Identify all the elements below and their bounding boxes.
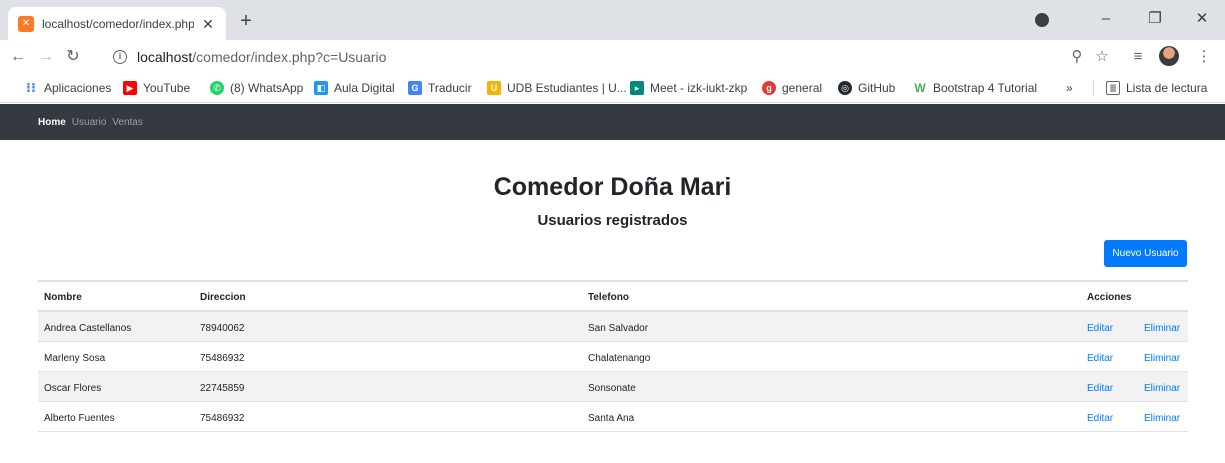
header-nombre: Nombre (44, 292, 82, 303)
delete-link[interactable]: Eliminar (1144, 383, 1180, 394)
table-header: Nombre Direccion Telefono Acciones (38, 282, 1188, 312)
bookmark-traducir[interactable]: G Traducir (408, 79, 472, 97)
new-tab-icon[interactable]: + (236, 11, 256, 32)
page-title: Comedor Doña Mari (493, 173, 732, 201)
back-icon[interactable]: ← (8, 47, 28, 67)
reading-list-button[interactable]: ≣ Lista de lectura (1106, 79, 1207, 97)
site-info-icon[interactable]: i (113, 50, 127, 64)
address-bar[interactable]: i localhost/comedor/index.php?c=Usuario (103, 44, 1103, 70)
bookmark-label: YouTube (143, 81, 191, 95)
apps-grid-icon: ⁝⁝ (26, 80, 36, 95)
browser-tabstrip: ✕ localhost/comedor/index.php?c= ✕ + – ❐… (0, 0, 1225, 40)
menu-kebab-icon[interactable]: ⋮ (1194, 48, 1214, 66)
bookmark-label: Aula Digital (334, 81, 395, 95)
bookmark-whatsapp[interactable]: ✆ (8) WhatsApp (210, 79, 303, 97)
tab-close-icon[interactable]: ✕ (200, 16, 216, 32)
bookmark-label: general (782, 81, 823, 95)
bookmark-star-icon[interactable]: ☆ (1092, 48, 1112, 66)
w3schools-icon: W (914, 81, 926, 95)
edit-link[interactable]: Editar (1087, 353, 1113, 364)
site-navbar: Home Usuario Ventas (0, 104, 1225, 140)
bookmark-meet[interactable]: ▸ Meet - izk-iukt-zkp (630, 79, 747, 97)
bookmark-general[interactable]: g general (762, 79, 822, 97)
reading-list-label: Lista de lectura (1126, 81, 1208, 95)
whatsapp-icon: ✆ (210, 81, 224, 95)
table-row: Oscar Flores 22745859 Sonsonate Editar E… (38, 372, 1188, 402)
table-row: Marleny Sosa 75486932 Chalatenango Edita… (38, 342, 1188, 372)
nav-ventas[interactable]: Ventas (112, 117, 143, 128)
cell-direccion: 75486932 (200, 353, 245, 364)
cell-telefono: San Salvador (588, 323, 649, 334)
browser-toolbar: ← → ↻ i localhost/comedor/index.php?c=Us… (0, 40, 1225, 73)
bookmark-label: GitHub (858, 81, 896, 95)
bookmark-udb[interactable]: U UDB Estudiantes | U... (487, 79, 627, 97)
github-icon: ◎ (838, 81, 852, 95)
media-queue-icon[interactable]: ≡ (1128, 48, 1148, 66)
header-direccion: Direccion (200, 292, 246, 303)
reload-icon[interactable]: ↻ (63, 47, 83, 67)
bookmark-aula-digital[interactable]: ◧ Aula Digital (314, 79, 395, 97)
bookmark-bootstrap[interactable]: W Bootstrap 4 Tutorial (913, 79, 1037, 97)
more-bookmarks-label: » (1066, 81, 1073, 95)
bookmark-aplicaciones[interactable]: ⁝⁝ Aplicaciones (24, 79, 111, 97)
cell-nombre: Alberto Fuentes (44, 413, 115, 424)
close-window-icon[interactable]: ✕ (1188, 8, 1216, 30)
bookmark-youtube[interactable]: ▶ YouTube (123, 79, 190, 97)
meet-icon: ▸ (630, 81, 644, 95)
page-subtitle: Usuarios registrados (537, 212, 688, 229)
bookmark-label: Bootstrap 4 Tutorial (933, 81, 1038, 95)
header-acciones: Acciones (1087, 292, 1132, 303)
youtube-icon: ▶ (123, 81, 137, 95)
bookmark-label: (8) WhatsApp (230, 81, 304, 95)
cell-nombre: Andrea Castellanos (44, 323, 132, 334)
delete-link[interactable]: Eliminar (1144, 323, 1180, 334)
cell-telefono: Chalatenango (588, 353, 651, 364)
cell-direccion: 78940062 (200, 323, 245, 334)
table-row: Alberto Fuentes 75486932 Santa Ana Edita… (38, 402, 1188, 432)
header-telefono: Telefono (588, 292, 629, 303)
table-row: Andrea Castellanos 78940062 San Salvador… (38, 312, 1188, 342)
tab-title: localhost/comedor/index.php?c= (42, 16, 194, 31)
nav-home[interactable]: Home (38, 117, 66, 128)
browser-tab[interactable]: ✕ localhost/comedor/index.php?c= ✕ (8, 7, 226, 40)
profile-avatar[interactable] (1159, 46, 1179, 66)
users-table: Nombre Direccion Telefono Acciones Andre… (38, 280, 1188, 432)
edit-link[interactable]: Editar (1087, 413, 1113, 424)
url-text: localhost/comedor/index.php?c=Usuario (137, 49, 387, 65)
zoom-icon[interactable]: ⚲ (1067, 48, 1087, 66)
nav-usuario[interactable]: Usuario (72, 117, 106, 128)
profile-indicator-icon[interactable] (1035, 13, 1049, 27)
bookmark-label: Traducir (428, 81, 472, 95)
reading-list-icon: ≣ (1106, 81, 1120, 95)
xampp-icon: ✕ (18, 15, 34, 32)
new-user-button[interactable]: Nuevo Usuario (1104, 240, 1187, 267)
cell-telefono: Santa Ana (588, 413, 635, 424)
forward-icon[interactable]: → (36, 47, 56, 67)
cell-telefono: Sonsonate (588, 383, 636, 394)
bookmark-label: Aplicaciones (44, 81, 112, 95)
minimize-icon[interactable]: – (1092, 8, 1120, 30)
edit-link[interactable]: Editar (1087, 383, 1113, 394)
more-bookmarks-button[interactable]: » (1066, 79, 1073, 97)
bookmarks-divider (1093, 80, 1094, 96)
cell-direccion: 75486932 (200, 413, 245, 424)
delete-link[interactable]: Eliminar (1144, 353, 1180, 364)
cell-direccion: 22745859 (200, 383, 245, 394)
general-icon: g (762, 81, 776, 95)
translate-icon: G (408, 81, 422, 95)
aula-digital-icon: ◧ (314, 81, 328, 95)
bookmarks-bar: ⁝⁝ Aplicaciones ▶ YouTube ✆ (8) WhatsApp… (0, 73, 1225, 103)
udb-icon: U (487, 81, 501, 95)
cell-nombre: Oscar Flores (44, 383, 102, 394)
bookmark-github[interactable]: ◎ GitHub (838, 79, 895, 97)
restore-icon[interactable]: ❐ (1141, 8, 1169, 30)
bookmark-label: Meet - izk-iukt-zkp (650, 81, 748, 95)
delete-link[interactable]: Eliminar (1144, 413, 1180, 424)
bookmark-label: UDB Estudiantes | U... (507, 81, 627, 95)
edit-link[interactable]: Editar (1087, 323, 1113, 334)
cell-nombre: Marleny Sosa (44, 353, 106, 364)
